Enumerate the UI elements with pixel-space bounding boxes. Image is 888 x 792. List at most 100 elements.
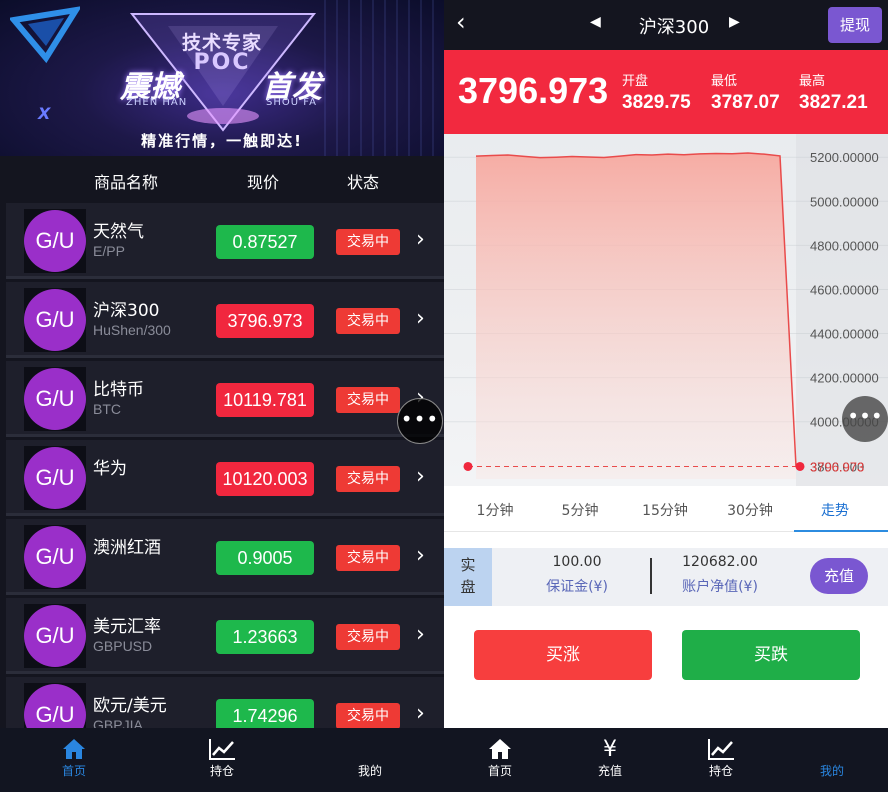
tab-mine[interactable]: 我的 — [340, 736, 400, 779]
chart-reference-dot — [795, 461, 805, 471]
tab-holdings-right-label: 持仓 — [708, 764, 733, 778]
profile-icon — [340, 736, 400, 762]
product-name: 华为 — [93, 459, 127, 479]
list-header: 商品名称 现价 状态 — [0, 158, 444, 200]
tab-recharge[interactable]: ¥ 充值 — [580, 736, 640, 779]
chart-reference-label: 3796.973 — [810, 459, 864, 474]
chart-y-tick-label: 5200.00000 — [810, 150, 879, 165]
period-tab[interactable]: 15分钟 — [622, 500, 708, 520]
product-price[interactable]: 0.87527 — [216, 225, 314, 259]
open-label: 开盘 — [622, 74, 649, 89]
chevron-right-icon[interactable]: › — [416, 541, 425, 571]
header-status: 状态 — [347, 173, 380, 192]
home-icon — [44, 736, 104, 762]
product-price[interactable]: 1.74296 — [216, 699, 314, 728]
margin-cell: 100.00 保证金(¥) — [512, 554, 642, 596]
buy-down-button[interactable]: 买跌 — [682, 630, 860, 680]
trading-status-badge: 交易中 — [336, 308, 400, 334]
account-type-tag[interactable]: 实 盘 — [444, 548, 492, 606]
trading-status-badge: 交易中 — [336, 466, 400, 492]
equity-cell: 120682.00 账户净值(¥) — [655, 554, 785, 596]
product-list[interactable]: G/U 天然气 E/PP 0.87527 交易中 › G/U 沪深300 HuShen/300 3… — [0, 200, 444, 728]
product-row[interactable]: G/U 澳洲红酒 0.9005 交易中 › — [6, 519, 444, 595]
period-tab[interactable]: 30分钟 — [707, 500, 793, 520]
product-name: 澳洲红酒 — [93, 538, 161, 558]
trading-status-badge: 交易中 — [336, 545, 400, 571]
chart-more-options-button[interactable]: ••• — [842, 396, 888, 442]
product-price[interactable]: 10119.781 — [216, 383, 314, 417]
tab-home[interactable]: 首页 — [44, 736, 104, 779]
chevron-right-icon[interactable]: › — [416, 462, 425, 492]
product-name: 美元汇率 — [93, 617, 161, 637]
period-tab[interactable]: 5分钟 — [537, 500, 623, 520]
chevron-right-icon[interactable]: › — [416, 620, 425, 650]
chevron-right-icon[interactable]: › — [416, 304, 425, 334]
bottom-tab-bar-right: 首页 ¥ 充值 持仓 我的 — [444, 728, 888, 792]
header-name: 商品名称 — [94, 173, 159, 192]
product-code: BTC — [93, 401, 121, 417]
detail-top-bar: ‹ ◀ 沪深300 ▶ 提现 — [444, 0, 888, 50]
product-avatar: G/U — [24, 368, 86, 430]
product-row[interactable]: G/U 美元汇率 GBPUSD 1.23663 交易中 › — [6, 598, 444, 674]
tab-holdings-label: 持仓 — [209, 764, 234, 778]
current-price: 3796.973 — [458, 70, 609, 111]
period-tab[interactable]: 1分钟 — [452, 500, 538, 520]
high-value: 3827.21 — [799, 92, 868, 113]
promo-banner[interactable]: 技术专家 POC 震撼 首发 ZHEN HAN SHOU FA X 精准行情，一… — [0, 0, 444, 156]
margin-label: 保证金(¥) — [546, 579, 608, 595]
chevron-right-icon[interactable]: › — [416, 225, 425, 255]
recharge-button[interactable]: 充值 — [810, 558, 868, 594]
chart-icon — [192, 736, 252, 762]
product-name: 天然气 — [93, 222, 144, 242]
chevron-right-icon[interactable]: › — [416, 699, 425, 728]
equity-value: 120682.00 — [682, 554, 758, 570]
tab-home-right-label: 首页 — [487, 764, 512, 778]
tab-holdings-right[interactable]: 持仓 — [691, 736, 751, 779]
product-code: HuShen/300 — [93, 322, 171, 338]
detail-title: 沪深300 — [638, 17, 710, 38]
product-price[interactable]: 1.23663 — [216, 620, 314, 654]
chart-reference-dot — [463, 461, 473, 471]
low-cell: 最低 3787.07 — [711, 70, 780, 114]
more-dots-icon: ••• — [400, 407, 440, 431]
withdraw-button[interactable]: 提现 — [828, 7, 882, 43]
product-row[interactable]: G/U 沪深300 HuShen/300 3796.973 交易中 › — [6, 282, 444, 358]
product-row[interactable]: G/U 欧元/美元 GBPJIA 1.74296 交易中 › — [6, 677, 444, 728]
chart-y-tick-label: 4800.00000 — [810, 238, 879, 253]
price-chart[interactable]: 5200.00000 5000.00000 4800.00000 4600.00000… — [444, 134, 888, 486]
banner-poc-text: POC — [193, 50, 251, 75]
tab-home-right[interactable]: 首页 — [470, 736, 530, 779]
back-icon[interactable]: ‹ — [456, 8, 466, 36]
product-avatar: G/U — [24, 447, 86, 509]
bottom-tab-bar: 首页 持仓 我的 — [0, 728, 444, 792]
product-name: 沪深300 — [93, 301, 160, 321]
product-avatar: G/U — [24, 210, 86, 272]
product-code: GBPJIA — [93, 717, 143, 728]
quote-panel: 3796.973 开盘 3829.75 最低 3787.07 最高 3827.2… — [444, 50, 888, 134]
high-label: 最高 — [799, 74, 826, 89]
product-row[interactable]: G/U比特币BTC10119.781交易中› — [6, 361, 444, 437]
tab-mine-right[interactable]: 我的 — [802, 736, 862, 779]
chart-y-tick-label: 4600.00000 — [810, 282, 879, 297]
trading-status-badge: 交易中 — [336, 387, 400, 413]
prev-product-icon[interactable]: ◀ — [590, 14, 601, 30]
tab-holdings[interactable]: 持仓 — [192, 736, 252, 779]
product-price[interactable]: 3796.973 — [216, 304, 314, 338]
period-tab[interactable]: 走势 — [792, 500, 878, 520]
product-code: E/PP — [93, 243, 125, 259]
home-icon — [470, 736, 530, 762]
chart-area-fill — [476, 153, 796, 479]
trading-status-badge: 交易中 — [336, 229, 400, 255]
product-row[interactable]: G/U 华为 10120.003 交易中 › — [6, 440, 444, 516]
next-product-icon[interactable]: ▶ — [729, 14, 740, 30]
product-price[interactable]: 0.9005 — [216, 541, 314, 575]
more-dots-icon: ••• — [847, 404, 883, 428]
more-options-button[interactable]: ••• — [397, 398, 443, 444]
product-row[interactable]: G/U 天然气 E/PP 0.87527 交易中 › — [6, 203, 444, 279]
chart-icon — [691, 736, 751, 762]
product-price[interactable]: 10120.003 — [216, 462, 314, 496]
open-value: 3829.75 — [622, 92, 691, 113]
buy-up-button[interactable]: 买涨 — [474, 630, 652, 680]
header-price: 现价 — [247, 173, 280, 192]
account-type-line1: 实 — [460, 556, 476, 574]
